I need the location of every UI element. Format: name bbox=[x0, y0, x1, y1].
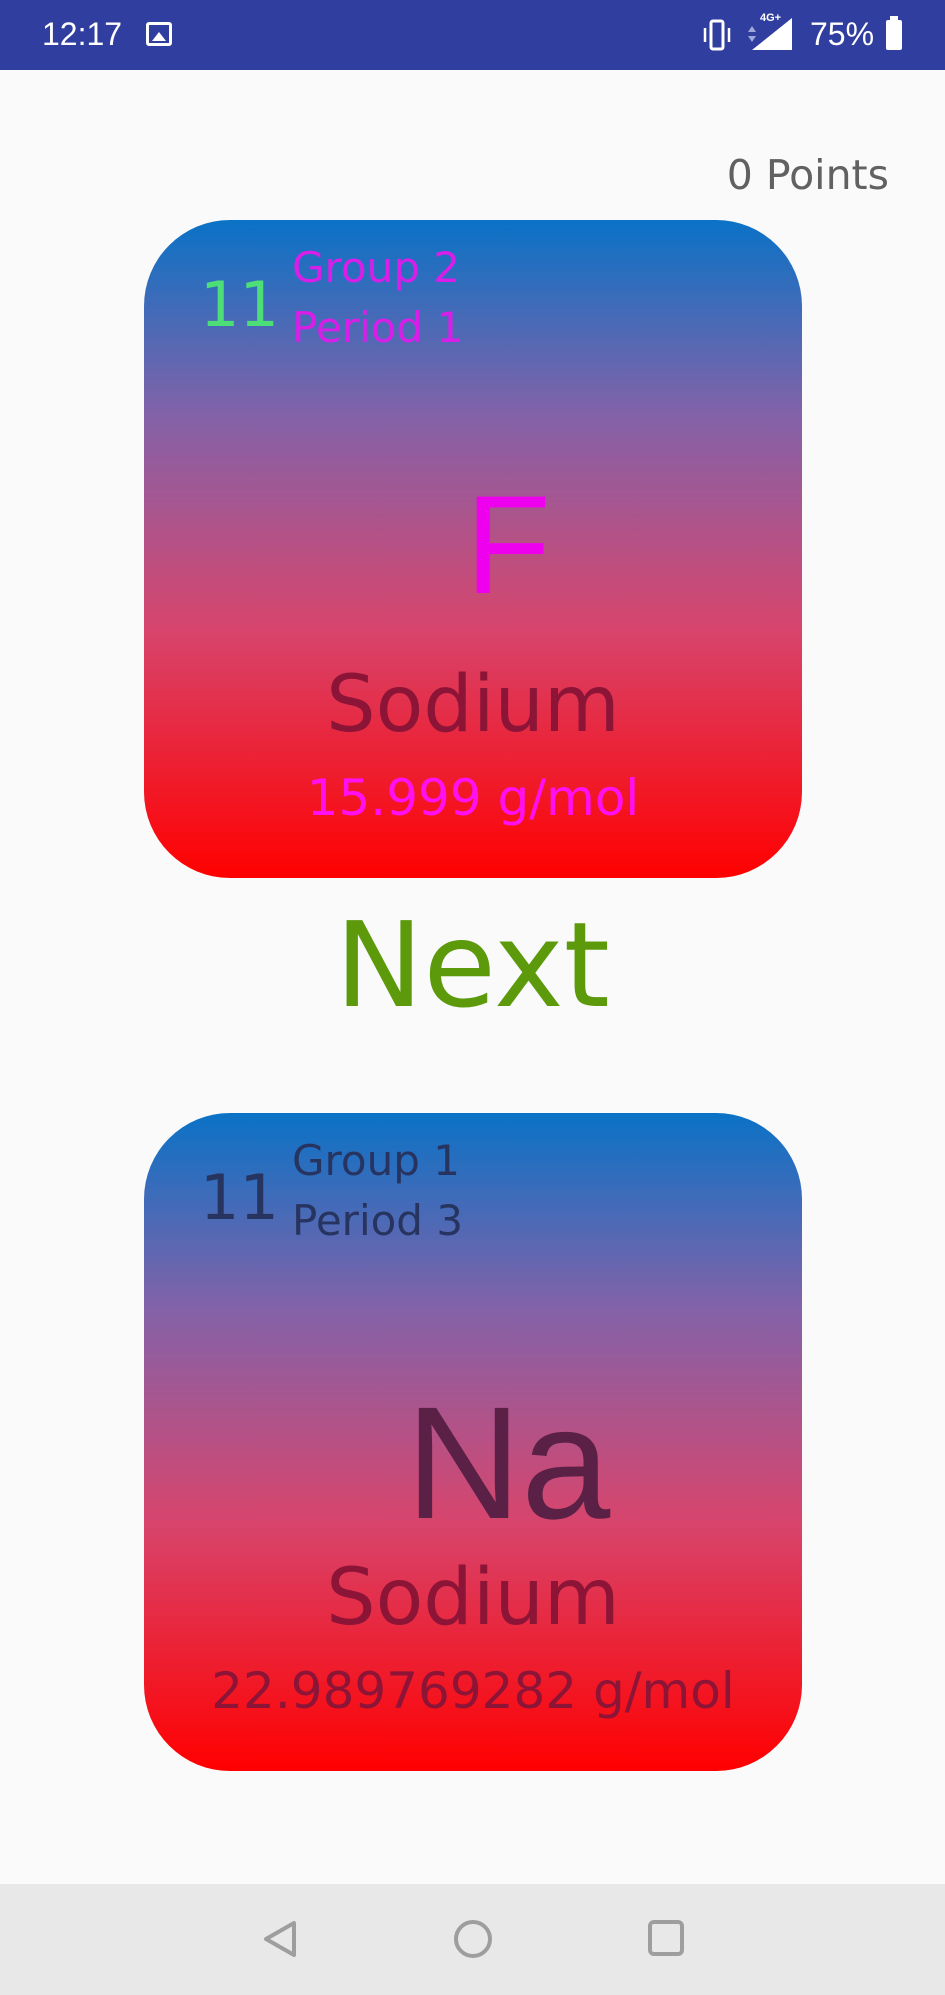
period-label: Period 1 bbox=[292, 303, 464, 352]
group-label: Group 2 bbox=[292, 243, 460, 292]
recents-icon[interactable] bbox=[648, 1920, 684, 1956]
answer-element-card: 11 Group 1 Period 3 Na Sodium 22.9897692… bbox=[144, 1113, 802, 1771]
element-symbol: Na bbox=[405, 1373, 611, 1552]
element-name: Sodium bbox=[326, 1553, 620, 1643]
signal-icon bbox=[748, 18, 792, 50]
question-element-card: 11 Group 2 Period 1 F Sodium 15.999 g/mo… bbox=[144, 220, 802, 878]
element-symbol: F bbox=[465, 466, 551, 623]
battery-icon bbox=[886, 16, 902, 50]
element-name: Sodium bbox=[326, 660, 620, 750]
navigation-bar bbox=[0, 1884, 945, 1995]
group-label: Group 1 bbox=[292, 1136, 460, 1185]
image-icon bbox=[146, 22, 172, 46]
status-time: 12:17 bbox=[42, 16, 123, 52]
app-screen: 12:17 4G+ 75% 0 Points 11 Group 2 Period… bbox=[0, 0, 945, 1995]
atomic-mass: 15.999 g/mol bbox=[306, 769, 640, 827]
points-counter: 0 Points bbox=[726, 151, 889, 199]
status-bar: 12:17 4G+ 75% bbox=[0, 0, 945, 70]
atomic-number: 11 bbox=[200, 268, 279, 341]
back-icon[interactable] bbox=[262, 1920, 298, 1958]
period-label: Period 3 bbox=[292, 1196, 464, 1245]
vibrate-icon bbox=[703, 19, 731, 51]
home-icon[interactable] bbox=[454, 1920, 492, 1958]
atomic-mass: 22.989769282 g/mol bbox=[211, 1662, 735, 1720]
next-button[interactable]: Next bbox=[0, 895, 945, 1035]
atomic-number: 11 bbox=[200, 1161, 279, 1234]
battery-percent: 75% bbox=[810, 16, 875, 52]
